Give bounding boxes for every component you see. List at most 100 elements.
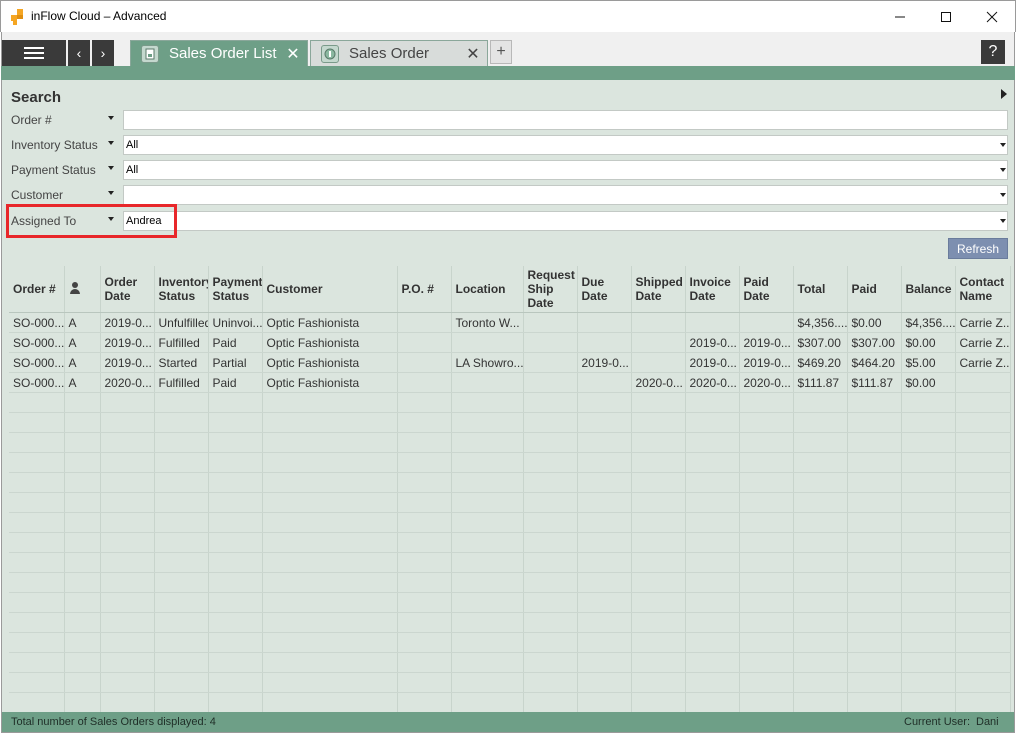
- table-cell: $469.20: [793, 352, 848, 373]
- empty-grid-cell: [154, 512, 209, 533]
- column-header-total[interactable]: Total: [793, 266, 848, 313]
- empty-grid-cell: [64, 672, 101, 693]
- empty-grid-cell: [847, 632, 902, 653]
- field-label: Order #: [11, 113, 52, 127]
- table-cell: [577, 312, 632, 333]
- table-row[interactable]: SO-000... A 2019-0... Fulfilled Paid Optic Fa…: [9, 332, 1011, 353]
- empty-grid-cell: [955, 612, 1011, 633]
- empty-grid-cell: [901, 692, 956, 713]
- empty-grid-cell: [739, 412, 794, 433]
- column-header-payment-status[interactable]: Payment Status: [208, 266, 263, 313]
- empty-grid-cell: [64, 392, 101, 413]
- customer-select[interactable]: [123, 185, 1008, 205]
- field-option-caret-icon[interactable]: [108, 191, 114, 195]
- empty-grid-cell: [9, 392, 65, 413]
- table-cell: Unfulfilled: [154, 312, 209, 333]
- search-row-assigned-to: Assigned To Andrea: [2, 210, 1016, 232]
- forward-button[interactable]: ›: [92, 40, 114, 66]
- column-header-location[interactable]: Location: [451, 266, 524, 313]
- empty-grid-cell: [901, 432, 956, 453]
- order-number-input[interactable]: [123, 110, 1008, 130]
- table-row[interactable]: SO-000... A 2019-0... Started Partial Optic F…: [9, 352, 1011, 373]
- help-icon: ?: [988, 43, 998, 60]
- empty-grid-cell: [793, 472, 848, 493]
- assigned-to-select[interactable]: Andrea: [123, 211, 1008, 231]
- column-header-assigned[interactable]: [64, 266, 101, 313]
- tab-close-icon[interactable]: ✕: [463, 44, 483, 64]
- dropdown-arrow-icon[interactable]: [1000, 168, 1006, 172]
- empty-grid-cell: [577, 592, 632, 613]
- inventory-status-select[interactable]: All: [123, 135, 1008, 155]
- empty-grid-cell: [901, 572, 956, 593]
- empty-grid-cell: [847, 412, 902, 433]
- minimize-button[interactable]: [877, 1, 923, 32]
- column-header-order-number[interactable]: Order #: [9, 266, 65, 313]
- empty-grid-cell: [577, 572, 632, 593]
- empty-grid-cell: [262, 492, 398, 513]
- dropdown-arrow-icon[interactable]: [1000, 219, 1006, 223]
- empty-grid-cell: [847, 652, 902, 673]
- empty-grid-cell: [631, 412, 686, 433]
- empty-grid-cell: [523, 472, 578, 493]
- tab-sales-order-list[interactable]: Sales Order List ✕: [130, 40, 308, 66]
- empty-grid-cell: [208, 532, 263, 553]
- table-cell: [631, 332, 686, 353]
- tab-sales-order[interactable]: Sales Order ✕: [310, 40, 488, 66]
- table-row[interactable]: SO-000... A 2019-0... Unfulfilled Uninvoi...…: [9, 312, 1011, 333]
- dropdown-arrow-icon[interactable]: [1000, 193, 1006, 197]
- empty-grid-cell: [577, 652, 632, 673]
- column-header-po-number[interactable]: P.O. #: [397, 266, 452, 313]
- field-option-caret-icon[interactable]: [108, 141, 114, 145]
- empty-grid-cell: [397, 572, 452, 593]
- column-header-paid[interactable]: Paid: [847, 266, 902, 313]
- empty-grid-cell: [64, 532, 101, 553]
- column-header-order-date[interactable]: Order Date: [100, 266, 155, 313]
- dropdown-arrow-icon[interactable]: [1000, 143, 1006, 147]
- empty-grid-cell: [847, 392, 902, 413]
- column-header-customer[interactable]: Customer: [262, 266, 398, 313]
- column-header-due-date[interactable]: Due Date: [577, 266, 632, 313]
- empty-grid-row: [9, 452, 1011, 473]
- table-cell: Carrie Z...: [955, 352, 1011, 373]
- empty-grid-cell: [793, 692, 848, 713]
- field-option-caret-icon[interactable]: [108, 116, 114, 120]
- add-tab-button[interactable]: +: [490, 40, 512, 64]
- empty-grid-cell: [793, 612, 848, 633]
- back-button[interactable]: ‹: [68, 40, 90, 66]
- column-header-contact-name[interactable]: Contact Name: [955, 266, 1011, 313]
- column-header-paid-date[interactable]: Paid Date: [739, 266, 794, 313]
- empty-grid-cell: [631, 532, 686, 553]
- column-header-inventory-status[interactable]: Inventory Status: [154, 266, 209, 313]
- empty-grid-cell: [523, 632, 578, 653]
- column-header-request-ship-date[interactable]: Request Ship Date: [523, 266, 578, 313]
- refresh-button[interactable]: Refresh: [948, 238, 1008, 259]
- empty-grid-cell: [451, 472, 524, 493]
- empty-grid-cell: [955, 492, 1011, 513]
- table-row[interactable]: SO-000... A 2020-0... Fulfilled Paid Optic Fa…: [9, 372, 1011, 393]
- table-cell: [397, 352, 452, 373]
- main-menu-button[interactable]: [2, 40, 66, 66]
- help-button[interactable]: ?: [981, 40, 1005, 64]
- current-user-label: Current User:: [904, 716, 971, 728]
- empty-grid-cell: [100, 432, 155, 453]
- table-cell: 2020-0...: [100, 372, 155, 393]
- empty-grid-cell: [847, 612, 902, 633]
- payment-status-select[interactable]: All: [123, 160, 1008, 180]
- collapse-search-icon[interactable]: [1001, 89, 1007, 99]
- column-header-invoice-date[interactable]: Invoice Date: [685, 266, 740, 313]
- empty-grid-cell: [577, 472, 632, 493]
- column-header-balance[interactable]: Balance: [901, 266, 956, 313]
- table-cell: Optic Fashionista: [262, 372, 398, 393]
- empty-grid-cell: [100, 472, 155, 493]
- close-window-button[interactable]: [969, 1, 1015, 32]
- empty-grid-cell: [64, 652, 101, 673]
- empty-grid-cell: [685, 412, 740, 433]
- maximize-button[interactable]: [923, 1, 969, 32]
- empty-grid-cell: [100, 512, 155, 533]
- field-option-caret-icon[interactable]: [108, 217, 114, 221]
- table-cell: [577, 372, 632, 393]
- field-option-caret-icon[interactable]: [108, 166, 114, 170]
- column-header-shipped-date[interactable]: Shipped Date: [631, 266, 686, 313]
- empty-grid-cell: [262, 552, 398, 573]
- tab-close-icon[interactable]: ✕: [283, 44, 303, 64]
